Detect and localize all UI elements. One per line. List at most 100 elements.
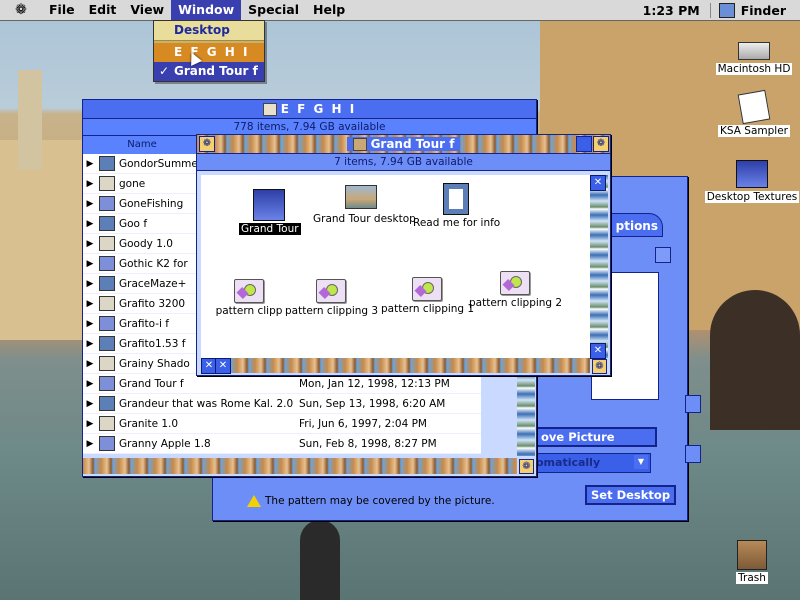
grand-tour-icon-view: Grand Tour Grand Tour desktop Read me fo… — [201, 175, 590, 358]
trash-can-icon — [737, 540, 767, 570]
disclosure-triangle-icon[interactable]: ▶ — [83, 319, 97, 329]
window-menu-item-grand-tour[interactable]: ✓ Grand Tour f — [154, 62, 264, 81]
icon-label: Trash — [736, 572, 768, 584]
collapse-box-icon[interactable]: ❁ — [593, 136, 609, 152]
folder-icon — [99, 176, 115, 191]
window-title: Grand Tour f — [370, 137, 455, 151]
folder-icon — [99, 376, 115, 391]
set-desktop-button-label: Set Desktop — [591, 488, 671, 502]
list-item[interactable]: ▶ Grand Tour f Mon, Jan 12, 1998, 12:13 PM — [83, 374, 481, 394]
macintosh-hd-icon[interactable]: Macintosh HD — [712, 42, 796, 75]
grand-tour-app-icon[interactable]: Grand Tour — [239, 189, 301, 235]
menu-clock[interactable]: 1:23 PM — [633, 3, 710, 18]
checkmark-icon: ✓ — [159, 64, 170, 78]
list-item[interactable]: ▶ Grandeur that was Rome Kal. 2.0 Sun, Sep… — [83, 394, 481, 414]
window-title: E F G H I — [280, 102, 357, 116]
set-desktop-button[interactable]: Set Desktop — [585, 485, 677, 505]
remove-picture-button[interactable]: ove Picture — [535, 427, 657, 447]
title-label-wrap: Grand Tour f — [346, 137, 461, 151]
grand-tour-window[interactable]: ❁ Grand Tour f ❁ 7 items, 7.94 GB availa… — [196, 134, 611, 376]
efghi-title-bar[interactable]: E F G H I — [83, 100, 536, 119]
application-name: Finder — [740, 2, 786, 18]
folder-icon — [99, 156, 115, 171]
sampler-doc-icon — [737, 89, 771, 125]
menu-edit[interactable]: Edit — [82, 0, 124, 20]
options-tab-label: ptions — [615, 219, 658, 233]
disclosure-triangle-icon[interactable]: ▶ — [83, 339, 97, 349]
desktop-textures-icon[interactable]: Desktop Textures — [704, 160, 800, 203]
pattern-clipping-icon[interactable]: pattern clipp — [209, 279, 289, 317]
list-item[interactable]: ▶ Granny Apple 1.8 Sun, Feb 8, 1998, 8:27 … — [83, 434, 481, 454]
close-box-icon[interactable]: ❁ — [199, 136, 215, 152]
zoom-box-icon[interactable] — [576, 136, 592, 152]
pattern-clipping-1-icon[interactable]: pattern clipping 1 — [379, 277, 475, 315]
pattern-clipping-2-icon[interactable]: pattern clipping 2 — [467, 271, 563, 309]
trash-icon[interactable]: Trash — [720, 540, 784, 584]
disclosure-triangle-icon[interactable]: ▶ — [83, 219, 97, 229]
file-date: Fri, Jun 6, 1997, 2:04 PM — [299, 417, 427, 430]
grand-tour-desktop-icon[interactable]: Grand Tour desktop — [311, 185, 416, 225]
grand-tour-vertical-scrollbar[interactable] — [590, 175, 608, 358]
chevron-down-icon: ▼ — [634, 455, 648, 469]
menu-special[interactable]: Special — [241, 0, 306, 20]
disclosure-triangle-icon[interactable]: ▶ — [83, 359, 97, 369]
apple-menu-icon[interactable]: ❁ — [0, 0, 42, 20]
efghi-grow-box[interactable]: ❁ — [519, 459, 534, 474]
read-me-icon[interactable]: Read me for info — [411, 183, 501, 229]
folder-icon — [99, 356, 115, 371]
clipping-icon — [234, 279, 264, 303]
file-date: Sun, Feb 8, 1998, 8:27 PM — [299, 437, 437, 450]
side-button-1[interactable] — [685, 395, 701, 413]
scroll-up-arrow-icon[interactable]: ✕ — [590, 175, 606, 191]
icon-label: pattern clipping 3 — [285, 305, 379, 317]
icon-label: Macintosh HD — [715, 63, 793, 75]
folder-icon — [99, 316, 115, 331]
application-menu[interactable]: Finder — [709, 2, 800, 18]
menu-help[interactable]: Help — [306, 0, 352, 20]
scroll-right-arrow-icon[interactable]: ✕ — [215, 358, 231, 374]
folder-icon — [99, 196, 115, 211]
grand-tour-grow-box[interactable]: ❁ — [592, 359, 607, 374]
disclosure-triangle-icon[interactable]: ▶ — [83, 399, 97, 409]
folder-icon — [352, 137, 367, 151]
menu-file[interactable]: File — [42, 0, 82, 20]
file-name: Granny Apple 1.8 — [119, 437, 211, 450]
gondola — [300, 520, 340, 600]
position-popup[interactable]: omatically ▼ — [535, 453, 651, 473]
disclosure-triangle-icon[interactable]: ▶ — [83, 179, 97, 189]
column-header-name[interactable]: Name — [83, 136, 201, 154]
position-popup-value: omatically — [536, 456, 601, 469]
window-menu-item-label: Desktop — [174, 23, 230, 37]
bell-tower — [18, 70, 42, 170]
disclosure-triangle-icon[interactable]: ▶ — [83, 299, 97, 309]
folder-icon — [99, 336, 115, 351]
building-left — [0, 140, 90, 340]
disclosure-triangle-icon[interactable]: ▶ — [83, 239, 97, 249]
grand-tour-horizontal-scrollbar[interactable] — [201, 358, 590, 373]
file-name: Grandeur that was Rome Kal. 2.0 — [119, 397, 294, 410]
ksa-sampler-icon[interactable]: KSA Sampler — [712, 89, 796, 137]
disclosure-triangle-icon[interactable]: ▶ — [83, 199, 97, 209]
disclosure-triangle-icon[interactable]: ▶ — [83, 159, 97, 169]
picture-file-icon — [345, 185, 377, 209]
menu-view[interactable]: View — [123, 0, 171, 20]
window-menu-item-desktop[interactable]: Desktop — [154, 21, 264, 40]
remove-picture-button-label: ove Picture — [541, 430, 615, 444]
side-button-2[interactable] — [685, 445, 701, 463]
grand-tour-title-bar[interactable]: ❁ Grand Tour f ❁ — [197, 135, 610, 154]
disclosure-triangle-icon[interactable]: ▶ — [83, 259, 97, 269]
menu-window[interactable]: Window — [171, 0, 242, 20]
scroll-up-button[interactable] — [655, 247, 671, 263]
textures-app-icon — [736, 160, 768, 188]
folder-icon — [99, 416, 115, 431]
disclosure-triangle-icon[interactable]: ▶ — [83, 279, 97, 289]
icon-label: Desktop Textures — [704, 191, 800, 203]
window-menu-item-efghi[interactable]: E F G H I — [154, 43, 264, 62]
efghi-horizontal-scrollbar[interactable] — [83, 458, 517, 474]
pattern-clipping-3-icon[interactable]: pattern clipping 3 — [283, 279, 379, 317]
disclosure-triangle-icon[interactable]: ▶ — [83, 419, 97, 429]
disclosure-triangle-icon[interactable]: ▶ — [83, 439, 97, 449]
scroll-down-arrow-icon[interactable]: ✕ — [590, 343, 606, 359]
disclosure-triangle-icon[interactable]: ▶ — [83, 379, 97, 389]
list-item[interactable]: ▶ Granite 1.0 Fri, Jun 6, 1997, 2:04 PM — [83, 414, 481, 434]
